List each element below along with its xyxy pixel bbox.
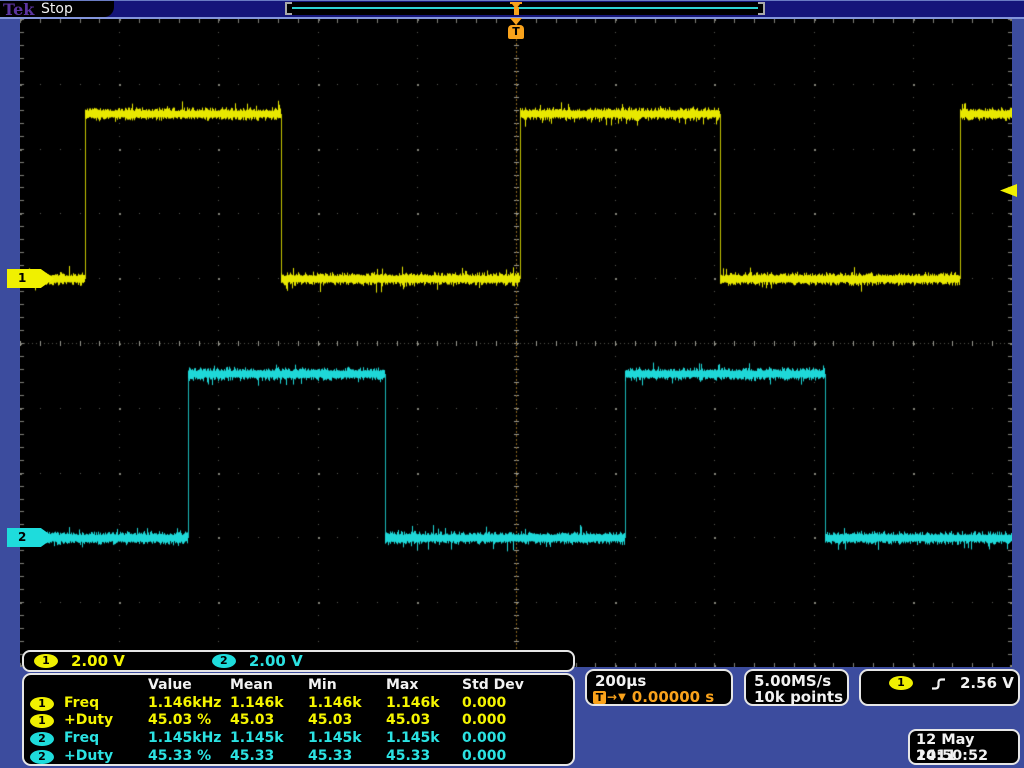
trigger-position-value: 0.00000 s: [632, 688, 714, 706]
trigger-level-value: 2.56 V: [960, 674, 1014, 692]
measurement-name: Freq: [64, 695, 148, 711]
trigger-readout: 1 2.56 V: [859, 669, 1020, 706]
top-status-bar: Tek Stop: [0, 0, 1024, 17]
measurement-max: 1.145k: [386, 730, 462, 746]
col-header-value: Value: [148, 677, 230, 693]
record-waveform-line: [292, 7, 758, 9]
trigger-position-marker[interactable]: T: [507, 18, 525, 39]
time-value: 14:50:52: [916, 748, 988, 764]
measurement-value: 1.146kHz: [148, 695, 230, 711]
measurement-value: 45.03 %: [148, 712, 230, 728]
measurement-min: 1.146k: [308, 695, 386, 711]
row-badge: 1: [30, 695, 64, 711]
measurement-mean: 1.145k: [230, 730, 308, 746]
measurement-name: +Duty: [64, 748, 148, 764]
trigger-down-arrow-icon: [510, 18, 522, 25]
record-view-bar[interactable]: [285, 2, 765, 15]
measurement-max: 1.146k: [386, 695, 462, 711]
record-right-bracket-icon: [758, 2, 765, 15]
topbar-hairline: [0, 0, 1024, 1]
triangle-down-icon: ▼: [618, 692, 626, 703]
brand-tab: Tek Stop: [0, 0, 114, 17]
measurement-stddev: 0.000: [462, 712, 571, 728]
record-trigger-position-icon[interactable]: [510, 2, 522, 15]
measurement-mean: 45.03: [230, 712, 308, 728]
measurement-value: 1.145kHz: [148, 730, 230, 746]
measurement-min: 45.03: [308, 712, 386, 728]
row-badge: 2: [30, 730, 64, 746]
acquisition-status: Stop: [41, 1, 73, 17]
measurement-mean: 1.146k: [230, 695, 308, 711]
waveform-canvas: [20, 19, 1012, 667]
measurement-name: +Duty: [64, 712, 148, 728]
col-header-min: Min: [308, 677, 386, 693]
measurement-max: 45.33: [386, 748, 462, 764]
acquisition-readout: 5.00MS/s 10k points: [744, 669, 849, 706]
measurement-min: 45.33: [308, 748, 386, 764]
measurement-max: 45.03: [386, 712, 462, 728]
rising-edge-icon: [931, 676, 946, 691]
oscilloscope-screen: Tek Stop T 1 2 1 2.00 V 2 2.00: [0, 0, 1024, 768]
measurement-mean: 45.33: [230, 748, 308, 764]
record-left-bracket-icon: [285, 2, 292, 15]
channel2-scale: 2.00 V: [249, 652, 303, 670]
channel1-scale: 2.00 V: [71, 652, 125, 670]
arrow-right-icon: →: [607, 690, 617, 704]
measurement-stddev: 0.000: [462, 748, 571, 764]
channel2-badge: 2: [212, 654, 236, 668]
waveform-display: T 1 2: [20, 19, 1012, 667]
datetime-readout: 12 May 2011 14:50:52: [908, 729, 1020, 765]
trigger-t-flag: T: [508, 25, 524, 39]
measurement-name: Freq: [64, 730, 148, 746]
measurement-min: 1.145k: [308, 730, 386, 746]
channel-scale-readout: 1 2.00 V 2 2.00 V: [22, 650, 575, 672]
measurement-value: 45.33 %: [148, 748, 230, 764]
trigger-t-icon: T: [593, 691, 606, 704]
record-length: 10k points: [754, 688, 843, 706]
timebase-readout: 200µs T → ▼ 0.00000 s: [585, 669, 733, 706]
col-header-stddev: Std Dev: [462, 677, 571, 693]
row-badge: 1: [30, 712, 64, 728]
measurement-stddev: 0.000: [462, 730, 571, 746]
row-badge: 2: [30, 748, 64, 764]
trigger-source-badge: 1: [889, 676, 913, 690]
col-header-max: Max: [386, 677, 462, 693]
col-header-mean: Mean: [230, 677, 308, 693]
measurement-stddev: 0.000: [462, 695, 571, 711]
measurement-table: Value Mean Min Max Std Dev 1 Freq 1.146k…: [22, 673, 575, 766]
channel1-badge: 1: [34, 654, 58, 668]
